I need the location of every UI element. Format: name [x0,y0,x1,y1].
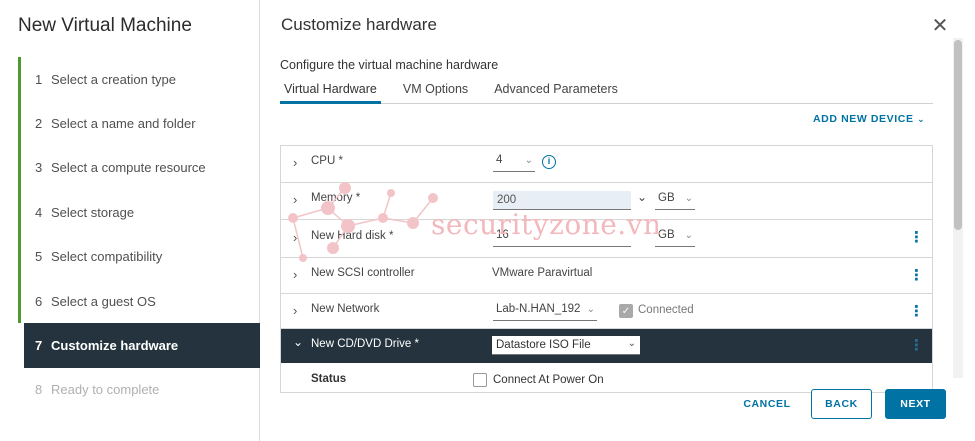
scsi-label: New SCSI controller [311,267,415,279]
more-vertical-icon[interactable]: ⋮ [909,268,924,283]
tab-virtual-hardware[interactable]: Virtual Hardware [280,80,381,104]
network-value: Lab-N.HAN_192 [496,303,581,315]
wizard-step-2[interactable]: 2 Select a name and folder [18,101,260,146]
step-label: Select compatibility [51,249,163,265]
step-label: Customize hardware [51,338,179,354]
scsi-value: VMware Paravirtual [492,267,593,279]
hard-disk-unit-select[interactable]: GB ⌄ [655,229,695,247]
step-number: 7 [35,338,43,354]
step-label: Select a creation type [51,71,177,87]
step-number: 2 [35,116,43,132]
cd-dvd-label: New CD/DVD Drive * [311,338,419,350]
memory-unit-select[interactable]: GB ⌄ [655,192,695,210]
hardware-table: › CPU * 4 ⌄ i › Memory * 200 ⌄ GB ⌄ › Ne… [280,145,933,393]
step-label: Select a name and folder [51,116,196,132]
hw-row-scsi: › New SCSI controller VMware Paravirtual… [281,258,932,294]
step-number: 4 [35,204,43,220]
cpu-select[interactable]: 4 ⌄ [493,154,535,172]
hw-row-memory: › Memory * 200 ⌄ GB ⌄ [281,183,932,220]
step-number: 1 [35,71,43,87]
hw-row-hard-disk: › New Hard disk * 16 GB ⌄ ⋮ [281,220,932,258]
step-progress-bar [18,234,21,279]
chevron-down-icon: ⌄ [684,193,693,204]
wizard-step-5[interactable]: 5 Select compatibility [18,234,260,279]
more-vertical-icon[interactable]: ⋮ [909,338,924,353]
memory-input[interactable]: 200 [493,191,631,210]
chevron-down-icon[interactable]: ⌄ [293,335,303,349]
connected-label: Connected [638,304,694,316]
hard-disk-unit: GB [658,229,675,241]
back-button[interactable]: BACK [811,389,872,419]
cpu-value: 4 [496,154,503,166]
cd-dvd-source-select[interactable]: Datastore ISO File ⌄ [492,336,640,355]
step-number: 6 [35,293,43,309]
step-progress-bar [18,101,21,146]
hard-disk-label: New Hard disk * [311,230,394,242]
chevron-right-icon[interactable]: › [293,192,297,207]
wizard-sidebar: New Virtual Machine 1 Select a creation … [0,0,260,441]
hard-disk-size-input[interactable]: 16 [493,229,631,247]
step-label: Select a compute resource [51,160,206,176]
step-progress-bar [18,190,21,235]
content-panel: Customize hardware ✕ Configure the virtu… [260,0,975,441]
step-number: 8 [35,382,43,398]
wizard-step-7[interactable]: 7 Customize hardware [24,323,260,368]
page-subtitle: Configure the virtual machine hardware [280,58,499,72]
hw-row-cd-dvd: ⌄ New CD/DVD Drive * Datastore ISO File … [281,329,932,363]
wizard-step-1[interactable]: 1 Select a creation type [18,57,260,102]
step-label: Select a guest OS [51,293,156,309]
cancel-button[interactable]: CANCEL [736,390,798,420]
step-label: Select storage [51,204,135,220]
tab-bar: Virtual Hardware VM Options Advanced Par… [280,80,933,104]
network-label: New Network [311,303,380,315]
add-new-device-label: ADD NEW DEVICE [813,113,914,125]
wizard-step-4[interactable]: 4 Select storage [18,190,260,235]
chevron-right-icon[interactable]: › [293,230,297,245]
wizard-step-8: 8 Ready to complete [18,368,260,412]
add-new-device-button[interactable]: ADD NEW DEVICE ⌄ [813,113,925,125]
hw-row-cpu: › CPU * 4 ⌄ i [281,146,932,183]
connect-at-power-on-label: Connect At Power On [493,374,604,386]
chevron-down-icon[interactable]: ⌄ [637,190,647,204]
tab-vm-options[interactable]: VM Options [399,80,472,104]
chevron-right-icon[interactable]: › [293,155,297,170]
chevron-down-icon: ⌄ [684,230,693,241]
network-select[interactable]: Lab-N.HAN_192 ⌄ [493,303,597,321]
more-vertical-icon[interactable]: ⋮ [909,230,924,245]
step-number: 5 [35,249,43,265]
hw-row-network: › New Network Lab-N.HAN_192 ⌄ ✓ Connecte… [281,294,932,329]
step-number: 3 [35,160,43,176]
cd-dvd-value: Datastore ISO File [496,339,591,351]
info-icon[interactable]: i [542,155,556,169]
wizard-steps: 1 Select a creation type 2 Select a name… [18,57,260,412]
page-title: Customize hardware [281,15,437,34]
chevron-down-icon: ⌄ [586,304,595,315]
chevron-down-icon: ⌄ [917,114,926,124]
cpu-label: CPU * [311,155,343,167]
connected-checkbox[interactable]: ✓ [619,304,633,318]
step-progress-bar [18,278,21,324]
chevron-right-icon[interactable]: › [293,267,297,282]
wizard-title: New Virtual Machine [18,15,192,36]
more-vertical-icon[interactable]: ⋮ [909,304,924,319]
memory-unit: GB [658,192,675,204]
next-button[interactable]: NEXT [885,389,946,419]
chevron-right-icon[interactable]: › [293,303,297,318]
wizard-step-3[interactable]: 3 Select a compute resource [18,145,260,191]
scrollbar[interactable] [953,38,963,378]
step-progress-bar [18,57,21,102]
chevron-down-icon: ⌄ [627,338,636,349]
wizard-step-6[interactable]: 6 Select a guest OS [18,278,260,324]
memory-label: Memory * [311,192,361,204]
status-label: Status [311,373,347,385]
tab-advanced-parameters[interactable]: Advanced Parameters [490,80,622,104]
connect-at-power-on-checkbox[interactable] [473,373,487,387]
close-icon[interactable]: ✕ [931,16,949,36]
step-progress-bar [18,145,21,191]
chevron-down-icon: ⌄ [524,155,533,166]
scrollbar-thumb[interactable] [954,40,962,230]
hard-disk-value: 16 [496,229,509,241]
step-label: Ready to complete [51,382,160,398]
